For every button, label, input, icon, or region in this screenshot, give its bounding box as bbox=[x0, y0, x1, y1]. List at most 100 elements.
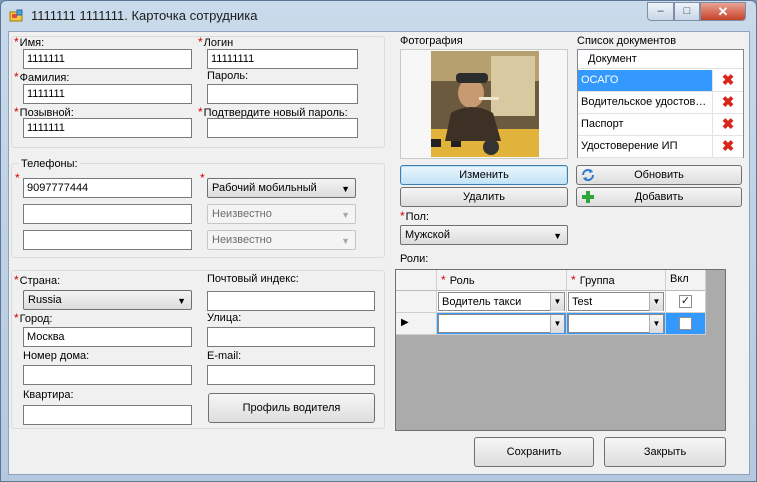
document-row-1[interactable]: ОСАГО ✖ bbox=[578, 70, 743, 92]
chevron-down-icon: ▼ bbox=[341, 236, 350, 246]
group-cell[interactable]: Test ▼ bbox=[567, 291, 666, 313]
roles-row-header-corner bbox=[396, 270, 437, 291]
street-label: Улица: bbox=[207, 312, 242, 324]
driver-profile-button[interactable]: Профиль водителя bbox=[208, 393, 375, 423]
callsign-input[interactable]: 1111111 bbox=[23, 118, 192, 138]
group-dropdown[interactable]: Test ▼ bbox=[568, 292, 664, 311]
phone-type-required-mark: * bbox=[200, 171, 205, 185]
plus-icon bbox=[582, 191, 594, 203]
change-photo-button[interactable]: Изменить bbox=[400, 165, 568, 185]
document-row-4[interactable]: Удостоверение ИП ✖ bbox=[578, 136, 743, 158]
login-input[interactable]: 11111111 bbox=[207, 49, 358, 69]
phone-number-input-2[interactable] bbox=[23, 204, 192, 224]
documents-list: Документ ОСАГО ✖ Водительское удостовере… bbox=[577, 49, 744, 158]
street-input[interactable] bbox=[207, 327, 375, 347]
chevron-down-icon: ▼ bbox=[550, 293, 564, 311]
last-name-input[interactable]: 1111111 bbox=[23, 84, 192, 104]
window-title: 1111111 1111111. Карточка сотрудника bbox=[31, 8, 258, 23]
roles-column-role[interactable]: * Роль bbox=[437, 270, 567, 291]
role-dropdown-new[interactable]: ▼ bbox=[438, 314, 565, 333]
app-icon bbox=[9, 9, 23, 22]
document-name: Удостоверение ИП bbox=[581, 140, 678, 152]
country-label: *Страна: bbox=[14, 273, 61, 287]
delete-document-icon[interactable]: ✖ bbox=[712, 70, 743, 91]
role-value: Водитель такси bbox=[442, 296, 522, 308]
enabled-cell-new[interactable] bbox=[666, 313, 706, 335]
apartment-input[interactable] bbox=[23, 405, 192, 425]
password-input[interactable] bbox=[207, 84, 358, 104]
country-dropdown[interactable]: Russia ▼ bbox=[23, 290, 192, 310]
delete-document-icon[interactable]: ✖ bbox=[712, 136, 743, 157]
delete-document-icon[interactable]: ✖ bbox=[712, 114, 743, 135]
first-name-input[interactable]: 1111111 bbox=[23, 49, 192, 69]
phone-number-input-1[interactable]: 9097777444 bbox=[23, 178, 192, 198]
chevron-down-icon: ▼ bbox=[649, 315, 663, 333]
employee-photo-image bbox=[431, 51, 539, 157]
form-client-area: *Имя: 1111111 *Фамилия: 1111111 *Позывно… bbox=[8, 31, 750, 475]
phone-type-dropdown-1[interactable]: Рабочий мобильный ▼ bbox=[207, 178, 356, 198]
group-value: Test bbox=[572, 296, 593, 308]
apartment-label: Квартира: bbox=[23, 389, 74, 401]
documents-column-header: Документ bbox=[578, 50, 743, 69]
close-button[interactable]: Закрыть bbox=[604, 437, 726, 467]
role-cell[interactable]: Водитель такси ▼ bbox=[437, 291, 567, 313]
chevron-down-icon: ▼ bbox=[550, 315, 564, 333]
password-label: Пароль: bbox=[207, 70, 249, 82]
phones-label: Телефоны: bbox=[19, 158, 80, 170]
roles-column-enabled[interactable]: Вкл bbox=[666, 270, 706, 291]
chevron-down-icon: ▼ bbox=[177, 296, 186, 306]
document-name: Водительское удостоверение bbox=[581, 96, 711, 108]
enabled-cell[interactable]: ✓ bbox=[666, 291, 706, 313]
first-name-label: *Имя: bbox=[14, 35, 45, 49]
document-row-2[interactable]: Водительское удостоверение ✖ bbox=[578, 92, 743, 114]
delete-document-icon[interactable]: ✖ bbox=[712, 92, 743, 113]
enabled-checkbox[interactable]: ✓ bbox=[679, 295, 692, 308]
phone-type-dropdown-2[interactable]: Неизвестно ▼ bbox=[207, 204, 356, 224]
group-cell-new[interactable]: ▼ bbox=[567, 313, 666, 335]
email-label: E-mail: bbox=[207, 350, 242, 362]
gender-label: *Пол: bbox=[400, 209, 429, 223]
phone-type-value-2: Неизвестно bbox=[212, 208, 272, 220]
email-input[interactable] bbox=[207, 365, 375, 385]
chevron-down-icon: ▼ bbox=[553, 231, 562, 241]
phone-number-input-3[interactable] bbox=[23, 230, 192, 250]
roles-column-group[interactable]: * Группа bbox=[567, 270, 666, 291]
document-name: ОСАГО bbox=[581, 74, 619, 86]
phone-type-dropdown-3[interactable]: Неизвестно ▼ bbox=[207, 230, 356, 250]
refresh-documents-button[interactable]: Обновить bbox=[576, 165, 742, 185]
row-header-current[interactable]: ▶ bbox=[396, 313, 437, 335]
roles-label: Роли: bbox=[400, 253, 429, 265]
maximize-button[interactable]: □ bbox=[674, 2, 700, 21]
login-label: *Логин bbox=[198, 35, 234, 49]
add-document-button[interactable]: Добавить bbox=[576, 187, 742, 207]
enabled-checkbox-new[interactable] bbox=[679, 317, 692, 330]
callsign-label: *Позывной: bbox=[14, 105, 74, 119]
chevron-down-icon: ▼ bbox=[341, 210, 350, 220]
documents-label: Список документов bbox=[577, 35, 677, 47]
close-window-button[interactable]: ✕ bbox=[700, 2, 746, 21]
country-value: Russia bbox=[28, 294, 62, 306]
phone-required-mark: * bbox=[15, 171, 20, 185]
roles-grid: * Роль * Группа Вкл Водитель такси ▼ Tes… bbox=[395, 269, 726, 431]
document-name: Паспорт bbox=[581, 118, 624, 130]
title-bar[interactable]: 1111111 1111111. Карточка сотрудника – □… bbox=[1, 1, 756, 31]
house-number-label: Номер дома: bbox=[23, 350, 90, 362]
role-cell-new[interactable]: ▼ bbox=[437, 313, 567, 335]
minimize-button[interactable]: – bbox=[647, 2, 674, 21]
document-row-3[interactable]: Паспорт ✖ bbox=[578, 114, 743, 136]
postal-code-input[interactable] bbox=[207, 291, 375, 311]
delete-photo-button[interactable]: Удалить bbox=[400, 187, 568, 207]
gender-dropdown[interactable]: Мужской ▼ bbox=[400, 225, 568, 245]
refresh-documents-label: Обновить bbox=[634, 169, 684, 181]
city-label: *Город: bbox=[14, 311, 53, 325]
row-header[interactable] bbox=[396, 291, 437, 313]
confirm-password-input[interactable] bbox=[207, 118, 358, 138]
city-input[interactable]: Москва bbox=[23, 327, 192, 347]
save-button[interactable]: Сохранить bbox=[474, 437, 594, 467]
documents-column-title: Документ bbox=[588, 53, 637, 65]
current-row-indicator-icon: ▶ bbox=[401, 317, 409, 328]
chevron-down-icon: ▼ bbox=[341, 184, 350, 194]
role-dropdown[interactable]: Водитель такси ▼ bbox=[438, 292, 565, 311]
group-dropdown-new[interactable]: ▼ bbox=[568, 314, 664, 333]
house-number-input[interactable] bbox=[23, 365, 192, 385]
